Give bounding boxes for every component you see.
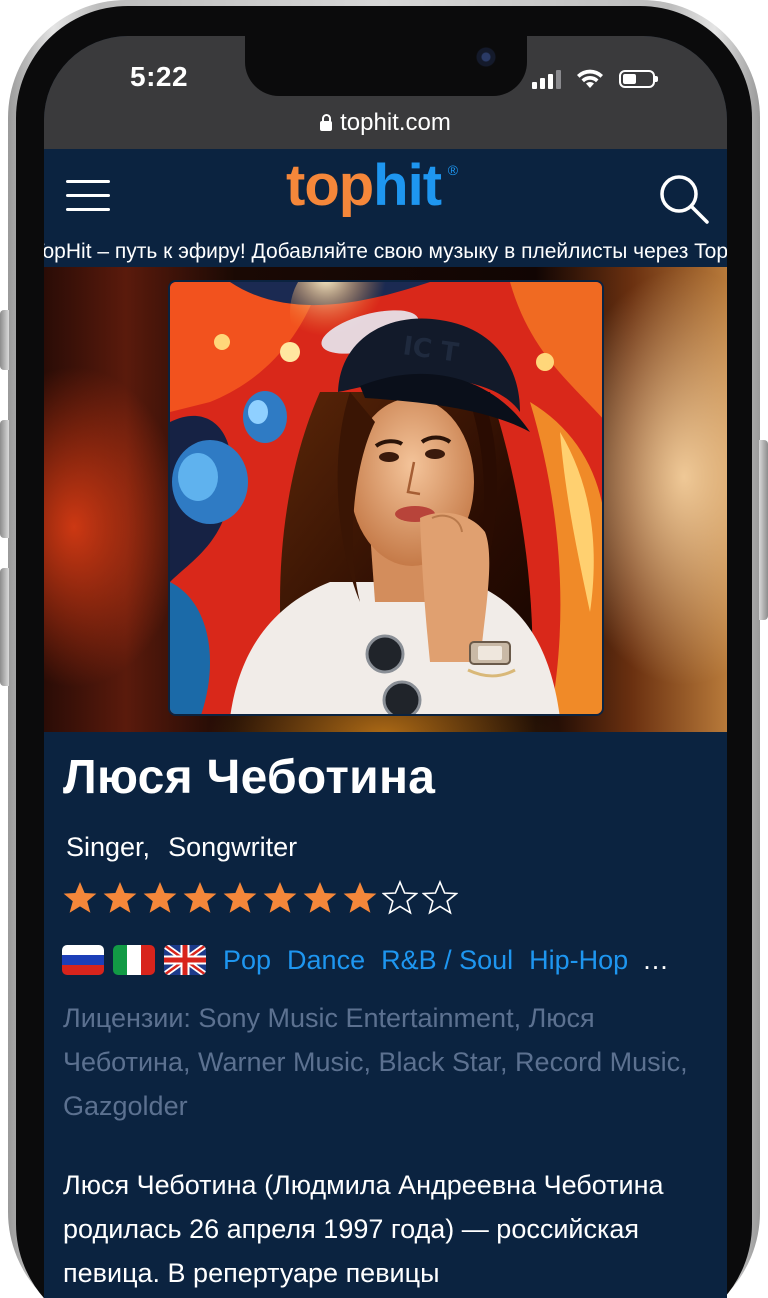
- artist-photo: IC T: [168, 280, 604, 716]
- star-empty-icon[interactable]: [382, 880, 418, 916]
- volume-up-button: [0, 420, 9, 538]
- mute-switch: [0, 310, 9, 370]
- front-camera-icon: [473, 44, 499, 70]
- notch: [245, 36, 527, 96]
- tophit-logo[interactable]: tophit ®: [286, 157, 458, 215]
- genre-rnb-soul[interactable]: R&B / Soul: [381, 945, 513, 976]
- search-icon[interactable]: [658, 173, 710, 225]
- status-time: 5:22: [130, 61, 189, 92]
- star-filled-icon[interactable]: [62, 880, 98, 916]
- star-filled-icon[interactable]: [222, 880, 258, 916]
- logo-hit: hit: [373, 153, 442, 218]
- tags-row: Pop Dance R&B / Soul Hip-Hop ...: [62, 940, 669, 980]
- site-header: tophit ®: [44, 149, 727, 237]
- artist-portrait-image: IC T: [170, 282, 602, 714]
- artist-roles: Singer, Songwriter: [66, 832, 297, 863]
- cellular-signal-icon: [532, 69, 561, 89]
- hamburger-menu-icon[interactable]: [66, 178, 110, 212]
- url-text: tophit.com: [340, 109, 451, 136]
- licenses-text: Лицензии: Sony Music Entertainment, Люся…: [63, 1003, 688, 1121]
- genre-dance[interactable]: Dance: [287, 945, 365, 976]
- artist-bio: Люся Чеботина (Людмила Андреевна Чеботин…: [63, 1170, 664, 1288]
- star-filled-icon[interactable]: [182, 880, 218, 916]
- star-filled-icon[interactable]: [302, 880, 338, 916]
- lock-icon: [320, 114, 333, 131]
- star-filled-icon[interactable]: [102, 880, 138, 916]
- italy-flag-icon[interactable]: [113, 945, 155, 975]
- rating-stars: [62, 880, 458, 916]
- role-singer[interactable]: Singer,: [66, 832, 150, 863]
- volume-down-button: [0, 568, 9, 686]
- browser-chrome: 5:22 tophit.com: [44, 36, 727, 149]
- star-filled-icon[interactable]: [342, 880, 378, 916]
- artist-name: Люся Чеботина: [63, 751, 436, 804]
- star-empty-icon[interactable]: [422, 880, 458, 916]
- battery-level: [623, 74, 636, 84]
- uk-flag-icon[interactable]: [164, 945, 206, 975]
- role-songwriter[interactable]: Songwriter: [168, 832, 297, 863]
- address-bar[interactable]: tophit.com: [44, 109, 727, 137]
- phone-frame: 5:22 tophit.com tophit ® TopHit – путь к…: [0, 0, 768, 1298]
- genre-list: Pop Dance R&B / Soul Hip-Hop: [223, 945, 628, 976]
- news-ticker[interactable]: TopHit – путь к эфиру! Добавляйте свою м…: [44, 237, 727, 267]
- wifi-icon: [577, 69, 603, 88]
- ticker-text: TopHit – путь к эфиру! Добавляйте свою м…: [44, 240, 727, 263]
- star-filled-icon[interactable]: [262, 880, 298, 916]
- more-genres-button[interactable]: ...: [643, 945, 669, 976]
- star-filled-icon[interactable]: [142, 880, 178, 916]
- russia-flag-icon[interactable]: [62, 945, 104, 975]
- artist-hero: IC T: [44, 267, 727, 732]
- screen: 5:22 tophit.com tophit ® TopHit – путь к…: [44, 36, 727, 1298]
- logo-top: top: [286, 153, 374, 218]
- battery-icon: [619, 70, 658, 88]
- genre-pop[interactable]: Pop: [223, 945, 271, 976]
- genre-hip-hop[interactable]: Hip-Hop: [529, 945, 628, 976]
- registered-mark: ®: [447, 162, 458, 178]
- power-button: [759, 440, 768, 620]
- status-icons: [532, 64, 658, 94]
